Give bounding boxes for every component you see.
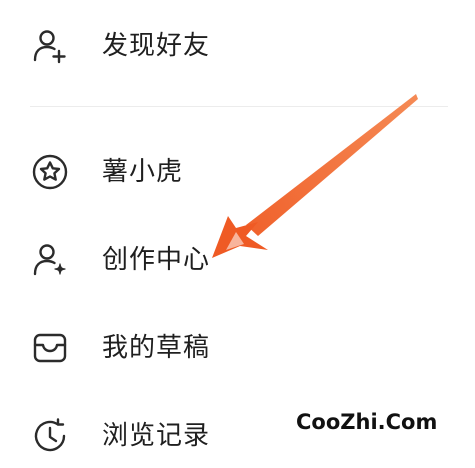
site-watermark: CooZhi.Com bbox=[296, 410, 438, 434]
menu-item-creator-center[interactable]: 创作中心 bbox=[0, 228, 420, 292]
menu-item-label: 我的草稿 bbox=[102, 333, 211, 363]
menu-item-label: 发现好友 bbox=[102, 31, 211, 61]
draft-box-icon bbox=[30, 328, 70, 368]
menu-item-label: 薯小虎 bbox=[102, 157, 184, 187]
add-user-icon bbox=[30, 26, 70, 66]
side-menu: 发现好友 薯小虎 创作中心 我的草稿 浏览记录 bbox=[0, 0, 475, 452]
menu-item-find-friends[interactable]: 发现好友 bbox=[0, 14, 420, 78]
menu-item-drafts[interactable]: 我的草稿 bbox=[0, 316, 420, 380]
menu-item-shuxiaohu[interactable]: 薯小虎 bbox=[0, 140, 420, 204]
menu-item-label: 浏览记录 bbox=[102, 421, 211, 451]
menu-item-label: 创作中心 bbox=[102, 245, 211, 275]
creator-user-sparkle-icon bbox=[30, 240, 70, 280]
star-badge-icon bbox=[30, 152, 70, 192]
history-clock-icon bbox=[30, 416, 70, 456]
menu-divider bbox=[30, 106, 448, 107]
